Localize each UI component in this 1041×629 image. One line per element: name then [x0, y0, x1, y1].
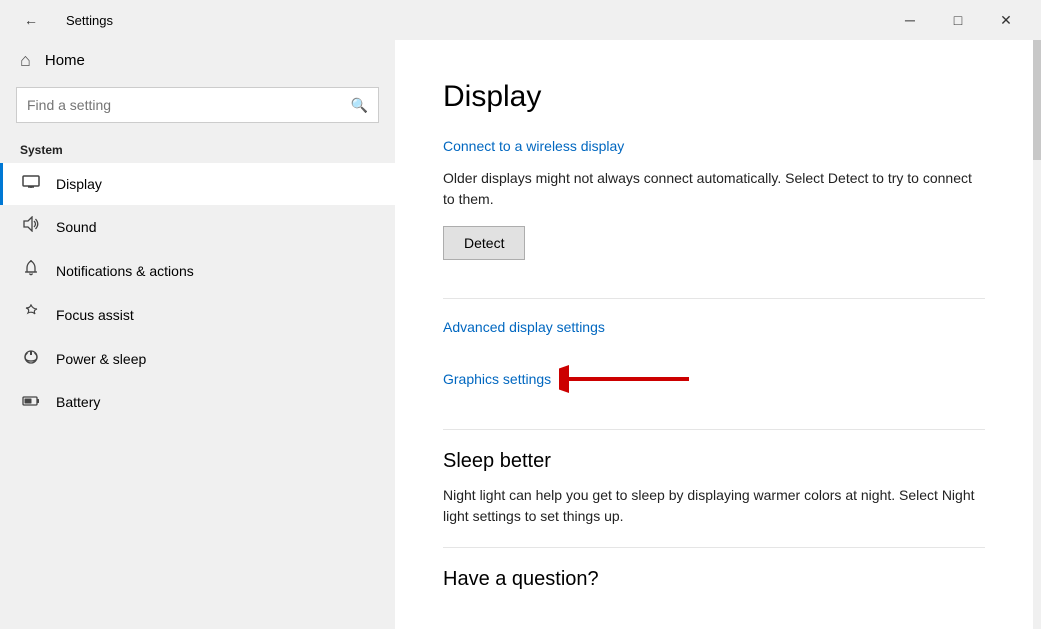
title-bar-title: Settings	[66, 13, 113, 28]
search-box: 🔍	[16, 87, 379, 123]
home-icon: ⌂	[20, 50, 31, 71]
search-box-wrap: 🔍	[0, 81, 395, 137]
divider-3	[443, 547, 985, 548]
maximize-button[interactable]: □	[935, 4, 981, 36]
divider-2	[443, 429, 985, 430]
back-button[interactable]: ←	[8, 4, 54, 36]
sidebar-label-notifications: Notifications & actions	[56, 263, 194, 279]
detect-button[interactable]: Detect	[443, 226, 525, 260]
sound-icon	[20, 216, 42, 237]
page-title: Display	[443, 80, 985, 114]
search-icon: 🔍	[351, 97, 368, 114]
advanced-display-link[interactable]: Advanced display settings	[443, 319, 605, 335]
minimize-button[interactable]: ─	[887, 4, 933, 36]
arrow-annotation	[559, 359, 699, 399]
sidebar-label-sound: Sound	[56, 219, 96, 235]
sidebar-label-battery: Battery	[56, 394, 100, 410]
sleep-better-title: Sleep better	[443, 450, 985, 473]
title-bar-left: ← Settings	[8, 4, 113, 36]
scrollbar-track[interactable]	[1033, 40, 1041, 629]
sidebar-item-battery[interactable]: Battery	[0, 381, 395, 423]
scrollbar-thumb[interactable]	[1033, 40, 1041, 160]
sidebar: ⌂ Home 🔍 System Display Sound	[0, 40, 395, 629]
close-button[interactable]: ✕	[983, 4, 1029, 36]
sidebar-label-focus: Focus assist	[56, 307, 134, 323]
title-bar-controls: ─ □ ✕	[887, 4, 1029, 36]
sidebar-label-display: Display	[56, 176, 102, 192]
sidebar-item-focus[interactable]: Focus assist	[0, 293, 395, 336]
sidebar-item-power[interactable]: Power & sleep	[0, 336, 395, 381]
content-area: Display Connect to a wireless display Ol…	[395, 40, 1033, 629]
graphics-settings-link[interactable]: Graphics settings	[443, 371, 551, 387]
sidebar-item-display[interactable]: Display	[0, 163, 395, 205]
wireless-desc: Older displays might not always connect …	[443, 168, 985, 210]
sidebar-home-label: Home	[45, 52, 85, 69]
sidebar-item-home[interactable]: ⌂ Home	[0, 40, 395, 81]
divider-1	[443, 298, 985, 299]
sleep-desc: Night light can help you get to sleep by…	[443, 485, 985, 527]
sidebar-section-label: System	[0, 137, 395, 163]
search-input[interactable]	[27, 97, 351, 113]
power-icon	[20, 347, 42, 370]
title-bar: ← Settings ─ □ ✕	[0, 0, 1041, 40]
notifications-icon	[20, 259, 42, 282]
sidebar-item-sound[interactable]: Sound	[0, 205, 395, 248]
focus-icon	[20, 304, 42, 325]
sidebar-item-notifications[interactable]: Notifications & actions	[0, 248, 395, 293]
have-question-title: Have a question?	[443, 568, 985, 591]
display-icon	[20, 174, 42, 194]
main-layout: ⌂ Home 🔍 System Display Sound	[0, 40, 1041, 629]
wireless-display-link[interactable]: Connect to a wireless display	[443, 138, 624, 154]
sidebar-label-power: Power & sleep	[56, 351, 146, 367]
battery-icon	[20, 392, 42, 412]
